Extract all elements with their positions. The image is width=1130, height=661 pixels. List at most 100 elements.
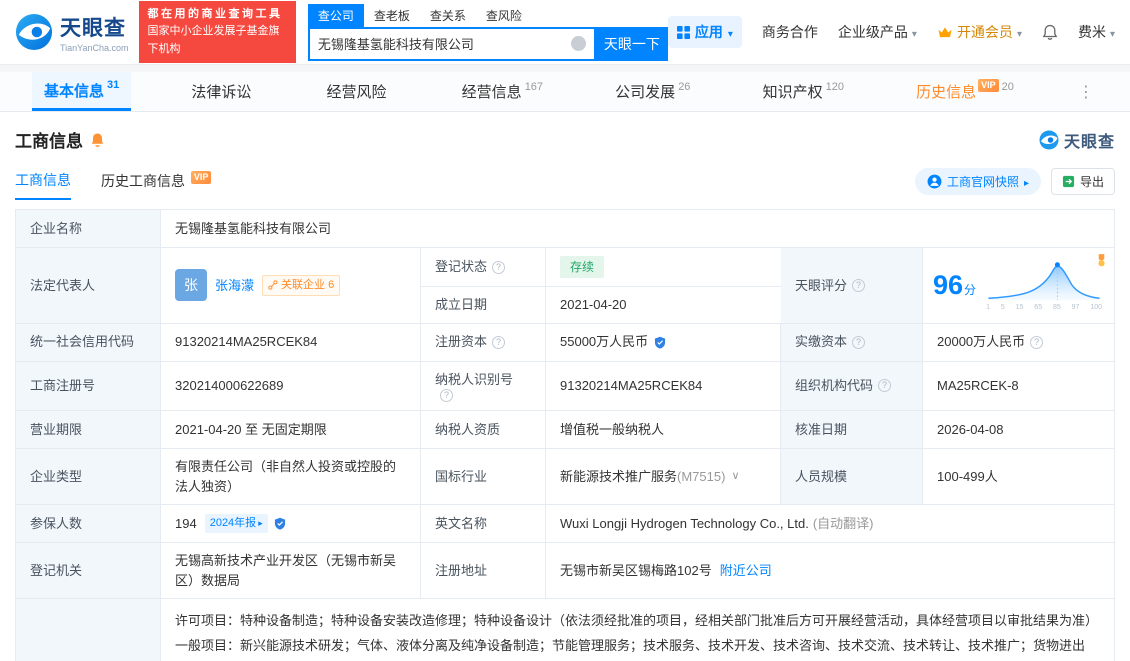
help-icon[interactable] xyxy=(492,335,506,349)
industry-label: 国标行业 xyxy=(421,449,546,504)
search-tabs: 查公司 查老板 查关系 查风险 xyxy=(307,3,668,27)
table-row: 营业期限 2021-04-20 至 无固定期限 纳税人资质 增值税一般纳税人 核… xyxy=(16,411,1114,449)
reg-status-value: 存续 xyxy=(546,248,781,286)
credit-code-value: 91320214MA25RCEK84 xyxy=(161,323,421,361)
vip-badge: VIP xyxy=(190,170,212,184)
help-icon[interactable] xyxy=(852,278,866,292)
org-code-value: MA25RCEK-8 xyxy=(937,378,1019,393)
top-nav: 应用 商务合作 企业级产品 开通会员 费米 xyxy=(667,16,1115,48)
help-icon[interactable] xyxy=(878,379,892,393)
annual-report-badge[interactable]: 2024年报 xyxy=(204,514,268,533)
help-icon[interactable] xyxy=(852,335,866,349)
help-icon[interactable] xyxy=(440,389,453,402)
insured-label: 参保人数 xyxy=(16,505,161,542)
avatar[interactable]: 张 xyxy=(175,269,207,302)
brand-name: 天眼查 xyxy=(60,16,126,40)
business-scope-label: 经营范围 xyxy=(16,599,161,661)
nav-notifications[interactable] xyxy=(1042,24,1058,41)
legal-rep-link[interactable]: 张海濛 xyxy=(215,276,254,296)
english-name-label: 英文名称 xyxy=(421,505,546,542)
approval-date-value: 2026-04-08 xyxy=(937,421,1004,437)
establish-date-value: 2021-04-20 xyxy=(560,297,627,312)
tab-basic-info[interactable]: 基本信息 31 xyxy=(32,72,132,111)
help-icon[interactable] xyxy=(492,260,506,274)
shield-icon[interactable] xyxy=(274,517,286,530)
clear-icon[interactable] xyxy=(570,36,586,51)
chevron-down-icon xyxy=(1017,24,1022,40)
company-type-value: 有限责任公司（非自然人投资或控股的法人独资） xyxy=(161,449,421,504)
subtab-row: 工商信息 历史工商信息 VIP 工商官网快照 导出 xyxy=(15,168,1115,201)
paid-capital-value: 20000万人民币 xyxy=(923,324,1114,361)
watermark-logo: 天眼查 xyxy=(1039,128,1115,152)
tianyancha-watermark-icon xyxy=(1039,130,1059,149)
subtab-history-business-info[interactable]: 历史工商信息 VIP xyxy=(101,170,212,199)
table-row: 登记机关 无锡高新技术产业开发区（无锡市新吴区）数据局 注册地址 无锡市新吴区锡… xyxy=(16,543,1114,599)
tab-legal[interactable]: 法律诉讼 xyxy=(179,72,266,111)
english-name-value: Wuxi Longji Hydrogen Technology Co., Ltd… xyxy=(560,515,874,531)
legal-rep-cell: 张 张海濛 关联企业 6 xyxy=(161,248,421,323)
search-button[interactable]: 天眼一下 xyxy=(595,26,668,61)
reg-address-value: 无锡市新吴区锡梅路102号 附近公司 xyxy=(546,543,1114,598)
taxpayer-id-label: 纳税人识别号 xyxy=(421,361,546,410)
search-tab-boss[interactable]: 查老板 xyxy=(364,4,420,27)
staff-size-label: 人员规模 xyxy=(781,449,923,504)
tab-operation-info[interactable]: 经营信息 167 xyxy=(450,72,555,111)
credit-code-label: 统一社会信用代码 xyxy=(16,323,161,361)
subtab-business-info[interactable]: 工商信息 xyxy=(15,170,71,200)
company-name-label: 企业名称 xyxy=(16,210,161,247)
search-tab-risk[interactable]: 查风险 xyxy=(476,4,532,27)
main-tabbar: 基本信息 31 法律诉讼 经营风险 经营信息 167 公司发展 26 知识产权 120 … xyxy=(0,72,1130,112)
related-companies-badge[interactable]: 关联企业 6 xyxy=(262,275,341,296)
nearby-companies-link[interactable]: 附近公司 xyxy=(720,561,772,581)
score-chart: 1 5 15 65 85 97 100 xyxy=(986,258,1102,314)
table-row: 企业类型 有限责任公司（非自然人投资或控股的法人独资） 国标行业 新能源技术推广… xyxy=(16,449,1114,505)
chevron-down-icon xyxy=(731,468,739,485)
vip-badge: VIP xyxy=(978,79,999,92)
org-code-label: 组织机构代码 xyxy=(781,361,923,410)
content: 工商信息 天眼查 工商信息 历史工商信息 VIP 工商官网快照 ▸ 导出 企业名… xyxy=(0,127,1130,661)
reg-number-label: 工商注册号 xyxy=(16,361,161,410)
paid-capital-label: 实缴资本 xyxy=(781,323,923,361)
tab-company-development[interactable]: 公司发展 26 xyxy=(603,72,702,111)
table-row: 统一社会信用代码 91320214MA25RCEK84 注册资本 55000万人… xyxy=(16,323,1114,362)
nav-cooperation[interactable]: 商务合作 xyxy=(762,22,818,42)
search-tab-relation[interactable]: 查关系 xyxy=(420,4,476,27)
top-header: 天眼查 TianYanCha.com 都在用的商业查询工具 国家中小企业发展子基… xyxy=(0,0,1130,64)
nav-enterprise[interactable]: 企业级产品 xyxy=(838,22,917,42)
shield-icon[interactable] xyxy=(654,336,666,349)
snapshot-person-icon xyxy=(927,174,942,189)
nav-open-vip[interactable]: 开通会员 xyxy=(937,22,1022,42)
business-term-value: 2021-04-20 至 无固定期限 xyxy=(161,411,421,448)
export-button[interactable]: 导出 xyxy=(1050,168,1115,195)
reg-number-value: 320214000622689 xyxy=(161,361,421,410)
nav-apps-label: 应用 xyxy=(694,24,723,40)
tab-operation-risk[interactable]: 经营风险 xyxy=(315,72,402,111)
official-snapshot-button[interactable]: 工商官网快照 xyxy=(914,168,1041,195)
insured-value: 194 2024年报 xyxy=(161,505,421,542)
more-tabs-icon[interactable] xyxy=(1074,72,1098,111)
tab-intellectual-property[interactable]: 知识产权 120 xyxy=(751,72,856,111)
staff-size-value: 100-499人 xyxy=(937,468,998,484)
business-info-table: 企业名称 无锡隆基氢能科技有限公司 法定代表人 张 张海濛 关联企业 6 登记状… xyxy=(15,209,1115,661)
search-tab-company[interactable]: 查公司 xyxy=(307,3,364,27)
search-input[interactable] xyxy=(317,36,571,51)
industry-value[interactable]: 新能源技术推广服务 (M7515) xyxy=(546,449,781,504)
medal-icon xyxy=(1096,253,1107,273)
tab-history-info[interactable]: 历史信息 VIP 20 xyxy=(904,72,1026,111)
approval-date-label: 核准日期 xyxy=(781,411,923,448)
bell-icon xyxy=(1042,24,1058,40)
brand-domain: TianYanCha.com xyxy=(60,42,129,53)
chevron-down-icon xyxy=(1110,24,1115,40)
reg-status-label: 登记状态 xyxy=(421,248,546,286)
reg-authority-value: 无锡高新技术产业开发区（无锡市新吴区）数据局 xyxy=(161,543,421,598)
table-row: 法定代表人 张 张海濛 关联企业 6 登记状态 ? 存续 成立日期 2021-0… xyxy=(16,248,1114,324)
nav-user[interactable]: 费米 xyxy=(1078,22,1115,42)
help-icon[interactable] xyxy=(1030,335,1044,349)
subscribe-bell-icon[interactable] xyxy=(90,132,105,148)
slogan-line1: 都在用的商业查询工具 xyxy=(147,8,283,21)
crown-icon xyxy=(938,26,952,37)
export-icon xyxy=(1062,175,1075,188)
slogan-badge: 都在用的商业查询工具 国家中小企业发展子基金旗下机构 xyxy=(138,1,296,63)
nav-apps[interactable]: 应用 xyxy=(667,16,742,48)
tianyancha-logo[interactable]: 天眼查 TianYanCha.com xyxy=(15,12,129,53)
